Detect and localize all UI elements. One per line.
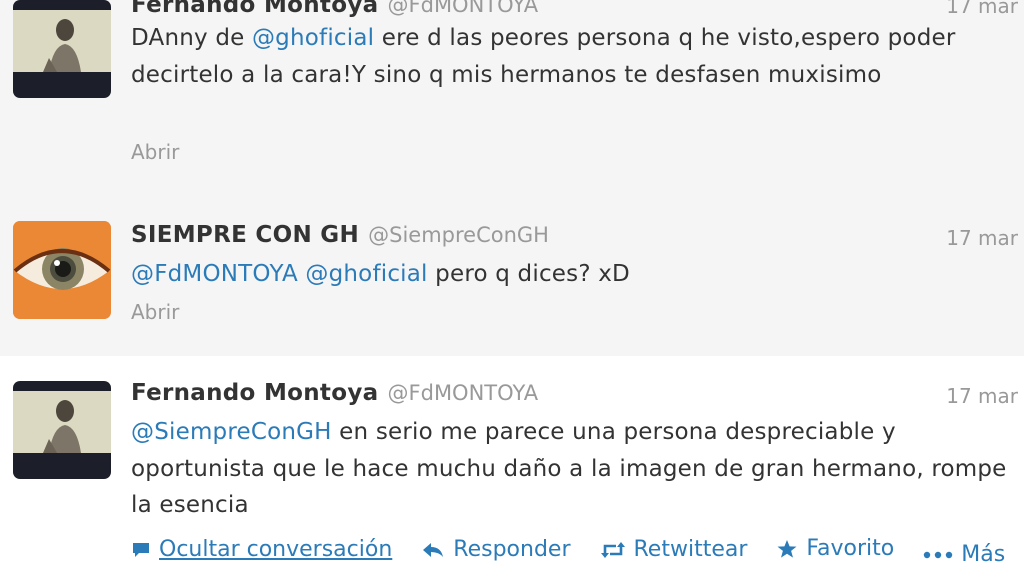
tweet-author-name[interactable]: Fernando Montoya bbox=[131, 0, 378, 18]
avatar-eye-icon bbox=[13, 221, 111, 319]
tweet[interactable]: Fernando Montoya @FdMONTOYA 17 mar DAnny… bbox=[0, 0, 1024, 196]
open-link[interactable]: Abrir bbox=[131, 140, 179, 164]
mention-link[interactable]: @FdMONTOYA bbox=[131, 261, 298, 287]
reply-arrow-icon bbox=[423, 542, 444, 557]
more-dots-icon bbox=[924, 551, 953, 558]
tweet[interactable]: Fernando Montoya @FdMONTOYA 17 mar @Siem… bbox=[0, 356, 1024, 576]
tweet-text: DAnny de @ghoficial ere d las peores per… bbox=[131, 20, 1011, 93]
tweet-text-segment: pero q dices? xD bbox=[427, 261, 630, 287]
mention-link[interactable]: @ghoficial bbox=[252, 25, 374, 51]
mention-link[interactable]: @ghoficial bbox=[305, 261, 427, 287]
more-label: Más bbox=[961, 542, 1006, 567]
hide-conversation-label: Ocultar conversación bbox=[159, 537, 393, 562]
reply-button[interactable]: Responder bbox=[421, 537, 571, 562]
tweet-timestamp[interactable]: 17 mar bbox=[946, 0, 1018, 18]
mention-link[interactable]: @SiempreConGH bbox=[131, 419, 332, 445]
avatar[interactable] bbox=[13, 381, 111, 479]
open-link[interactable]: Abrir bbox=[131, 300, 179, 324]
tweet-timestamp[interactable]: 17 mar bbox=[946, 226, 1018, 250]
tweet-text: @SiempreConGH en serio me parece una per… bbox=[131, 414, 1011, 524]
tweet-timestamp[interactable]: 17 mar bbox=[946, 384, 1018, 408]
avatar-photo-icon bbox=[13, 0, 111, 98]
tweet-author-username[interactable]: @FdMONTOYA bbox=[388, 381, 539, 405]
retweet-label: Retwittear bbox=[633, 537, 748, 562]
speech-bubble-icon bbox=[133, 542, 149, 557]
tweet-author-name[interactable]: Fernando Montoya bbox=[131, 380, 378, 406]
more-button[interactable]: Más bbox=[923, 542, 1005, 567]
tweet-author-username[interactable]: @FdMONTOYA bbox=[388, 0, 539, 17]
hide-conversation-button[interactable]: Ocultar conversación bbox=[131, 537, 392, 562]
avatar[interactable] bbox=[13, 0, 111, 98]
tweet-actions: Ocultar conversación Responder Retwittea… bbox=[131, 536, 1024, 567]
reply-label: Responder bbox=[453, 537, 571, 562]
retweet-icon bbox=[600, 541, 625, 558]
tweet-author-username[interactable]: @SiempreConGH bbox=[368, 223, 549, 247]
favorite-label: Favorito bbox=[806, 536, 895, 561]
tweet-text: @FdMONTOYA @ghoficial pero q dices? xD bbox=[131, 256, 1011, 293]
favorite-button[interactable]: Favorito bbox=[776, 536, 894, 561]
tweet-author-name[interactable]: SIEMPRE CON GH bbox=[131, 222, 359, 248]
avatar[interactable] bbox=[13, 221, 111, 319]
retweet-button[interactable]: Retwittear bbox=[600, 537, 748, 562]
tweet[interactable]: SIEMPRE CON GH @SiempreConGH 17 mar @FdM… bbox=[0, 196, 1024, 356]
avatar-photo-icon bbox=[13, 381, 111, 479]
tweet-text-segment: DAnny de bbox=[131, 25, 252, 51]
star-icon bbox=[777, 539, 797, 558]
